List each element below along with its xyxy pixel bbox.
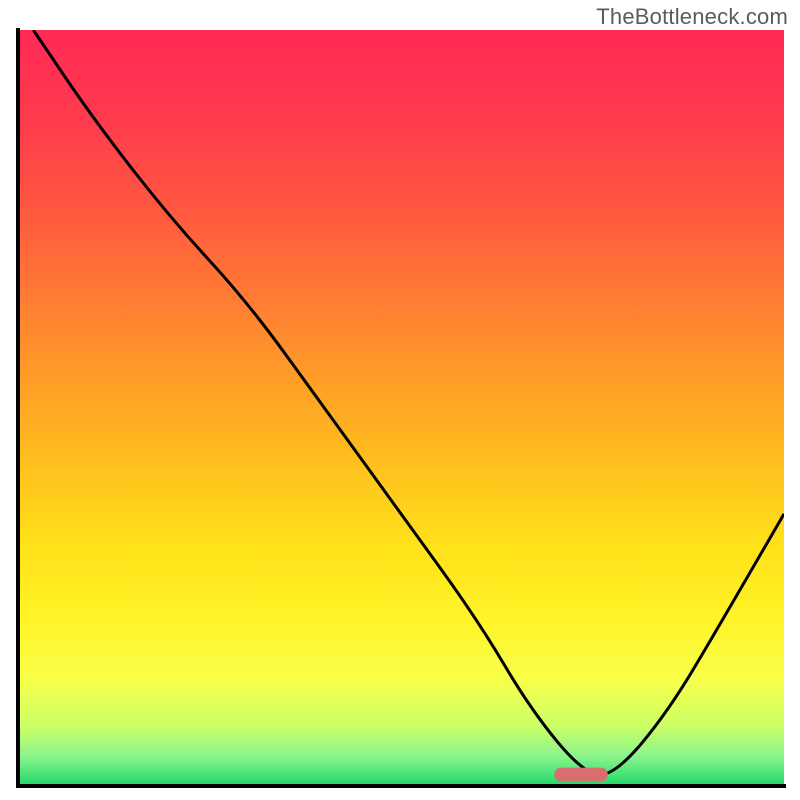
- watermark-text: TheBottleneck.com: [596, 4, 788, 30]
- optimal-marker: [554, 768, 608, 782]
- bottleneck-chart: TheBottleneck.com: [0, 0, 800, 800]
- gradient-background: [18, 30, 784, 786]
- chart-svg: [0, 0, 800, 800]
